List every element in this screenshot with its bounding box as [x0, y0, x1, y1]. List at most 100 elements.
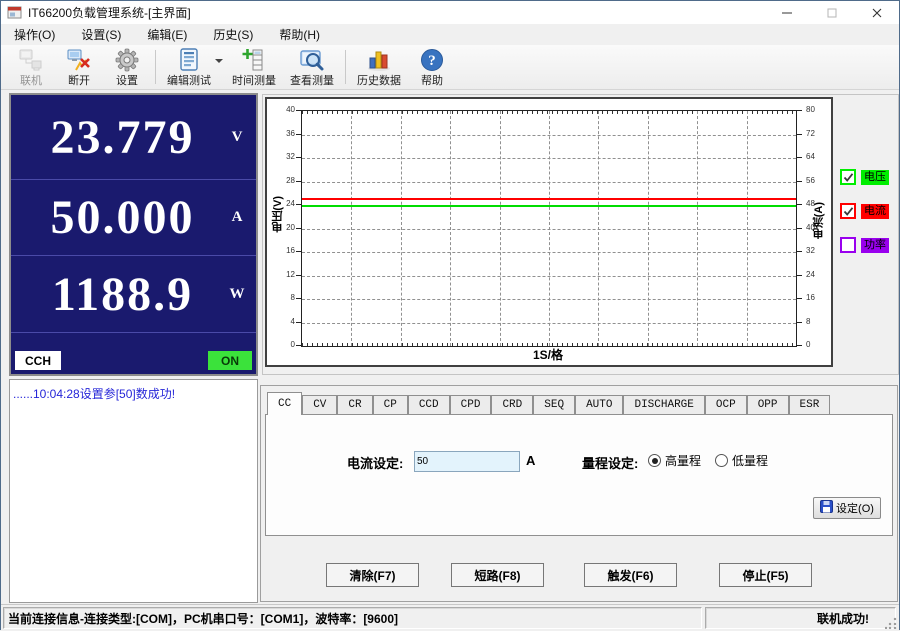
tab-ccd[interactable]: CCD — [408, 395, 450, 414]
axis-tick-mark — [296, 298, 301, 299]
svg-text:?: ? — [428, 53, 436, 69]
range-option-high[interactable]: 高量程 — [648, 452, 701, 469]
status-bar: 当前连接信息-连接类型:[COM]，PC机串口号：[COM1]，波特率：[960… — [1, 604, 899, 631]
resize-grip-icon[interactable] — [885, 617, 897, 629]
axis-tick-label: 0 — [806, 341, 826, 349]
toolbar-connect-button[interactable]: 联机 — [7, 46, 55, 89]
range-set-label: 量程设定: — [582, 453, 638, 472]
current-set-label: 电流设定: — [347, 453, 403, 472]
menu-operation[interactable]: 操作(O) — [1, 23, 68, 46]
axis-tick-label: 16 — [276, 247, 295, 255]
tab-crd[interactable]: CRD — [491, 395, 533, 414]
tab-seq[interactable]: SEQ — [533, 395, 575, 414]
axis-tick-mark — [797, 157, 802, 158]
tab-esr[interactable]: ESR — [789, 395, 831, 414]
legend-item-power[interactable]: 功率 — [840, 237, 898, 253]
tab-cc[interactable]: CC — [267, 392, 302, 415]
button-clear[interactable]: 清除(F7) — [326, 563, 419, 587]
close-button[interactable] — [854, 1, 899, 24]
toolbar-disconnect-button[interactable]: 断开 — [55, 46, 103, 89]
axis-tick-label: 40 — [276, 106, 295, 114]
tab-discharge[interactable]: DISCHARGE — [623, 395, 704, 414]
axis-tick-label: 36 — [276, 130, 295, 138]
menu-history[interactable]: 历史(S) — [200, 23, 266, 46]
axis-tick-label: 80 — [806, 106, 826, 114]
button-stop[interactable]: 停止(F5) — [719, 563, 812, 587]
axis-tick-label: 40 — [806, 224, 826, 232]
button-short[interactable]: 短路(F8) — [451, 563, 544, 587]
gridline — [302, 135, 796, 136]
log-message: ......10:04:28设置参[50]数成功! — [13, 387, 175, 401]
toolbar-setup-label: 设置 — [116, 72, 138, 88]
toolbar-time-measure-button[interactable]: 时间测量 — [225, 46, 283, 89]
window-controls — [764, 1, 899, 24]
axis-tick-label: 24 — [276, 200, 295, 208]
menu-help[interactable]: 帮助(H) — [266, 23, 333, 46]
connect-icon — [18, 47, 44, 73]
tab-cr[interactable]: CR — [337, 395, 372, 414]
button-trigger[interactable]: 触发(F6) — [584, 563, 677, 587]
chart: 电压(V) 电流(A) 1S/格 40363228242016128408072… — [265, 97, 833, 367]
status-connection-info: 当前连接信息-连接类型:[COM]，PC机串口号：[COM1]，波特率：[960… — [3, 607, 702, 629]
axis-tick-mark — [296, 181, 301, 182]
axis-tick-label: 56 — [806, 177, 826, 185]
toolbar-disconnect-label: 断开 — [68, 72, 90, 88]
tab-cpd[interactable]: CPD — [450, 395, 492, 414]
measurement-display: 23.779 V 50.000 A 1188.9 W CCH ON — [9, 93, 258, 376]
menu-settings[interactable]: 设置(S) — [68, 23, 134, 46]
legend-item-current[interactable]: 电流 — [840, 203, 898, 219]
toolbar-help-button[interactable]: ? 帮助 — [408, 46, 456, 89]
toolbar-history-data-button[interactable]: 历史数据 — [350, 46, 408, 89]
legend-checkbox-current[interactable] — [840, 203, 856, 219]
axis-tick-mark — [296, 228, 301, 229]
toolbar-edit-test-button[interactable]: 编辑测试 — [160, 46, 225, 89]
power-readout: 1188.9 W — [11, 256, 256, 333]
toolbar-view-measure-button[interactable]: 查看测量 — [283, 46, 341, 89]
chart-legend: 电压电流功率 — [840, 169, 898, 271]
toolbar-help-label: 帮助 — [421, 72, 443, 88]
tab-cv[interactable]: CV — [302, 395, 337, 414]
tab-ocp[interactable]: OCP — [705, 395, 747, 414]
legend-checkbox-voltage[interactable] — [840, 169, 856, 185]
legend-item-voltage[interactable]: 电压 — [840, 169, 898, 185]
current-readout: 50.000 A — [11, 180, 256, 256]
axis-tick-mark — [296, 204, 301, 205]
axis-tick-mark — [296, 134, 301, 135]
axis-tick-mark — [797, 345, 802, 346]
axis-tick-mark — [296, 110, 301, 111]
help-icon: ? — [419, 47, 445, 73]
axis-tick-mark — [296, 322, 301, 323]
x-axis-label: 1S/格 — [301, 346, 795, 363]
log-panel: ......10:04:28设置参[50]数成功! — [9, 379, 258, 603]
mode-tabs: CCCVCRCPCCDCPDCRDSEQAUTODISCHARGEOCPOPPE… — [267, 393, 891, 414]
tab-opp[interactable]: OPP — [747, 395, 789, 414]
range-option-label: 低量程 — [732, 452, 768, 469]
toolbar-edit-test-label: 编辑测试 — [167, 72, 211, 88]
gridline — [302, 252, 796, 253]
legend-label-current: 电流 — [861, 204, 889, 219]
dropdown-arrow-icon[interactable] — [215, 59, 223, 63]
tab-cp[interactable]: CP — [373, 395, 408, 414]
axis-tick-mark — [797, 134, 802, 135]
toolbar-setup-button[interactable]: 设置 — [103, 46, 151, 89]
tab-auto[interactable]: AUTO — [575, 395, 623, 414]
maximize-button — [809, 1, 854, 24]
gridline — [302, 158, 796, 159]
time-measure-icon — [241, 47, 267, 73]
current-set-input[interactable] — [414, 451, 520, 472]
menu-edit[interactable]: 编辑(E) — [134, 23, 200, 46]
floppy-icon — [820, 500, 833, 516]
axis-tick-label: 16 — [806, 294, 826, 302]
window-title: IT66200负载管理系统-[主界面] — [28, 4, 191, 21]
legend-checkbox-power[interactable] — [840, 237, 856, 253]
mode-badge: CCH — [15, 351, 61, 370]
minimize-button[interactable] — [764, 1, 809, 24]
range-option-low[interactable]: 低量程 — [715, 452, 768, 469]
series-line-voltage — [302, 205, 796, 207]
set-button[interactable]: 设定(O) — [813, 497, 881, 519]
axis-tick-mark — [296, 345, 301, 346]
voltage-unit: V — [226, 129, 248, 146]
axis-tick-mark — [296, 157, 301, 158]
voltage-value: 23.779 — [19, 110, 226, 165]
toolbar-time-measure-label: 时间测量 — [232, 72, 276, 88]
